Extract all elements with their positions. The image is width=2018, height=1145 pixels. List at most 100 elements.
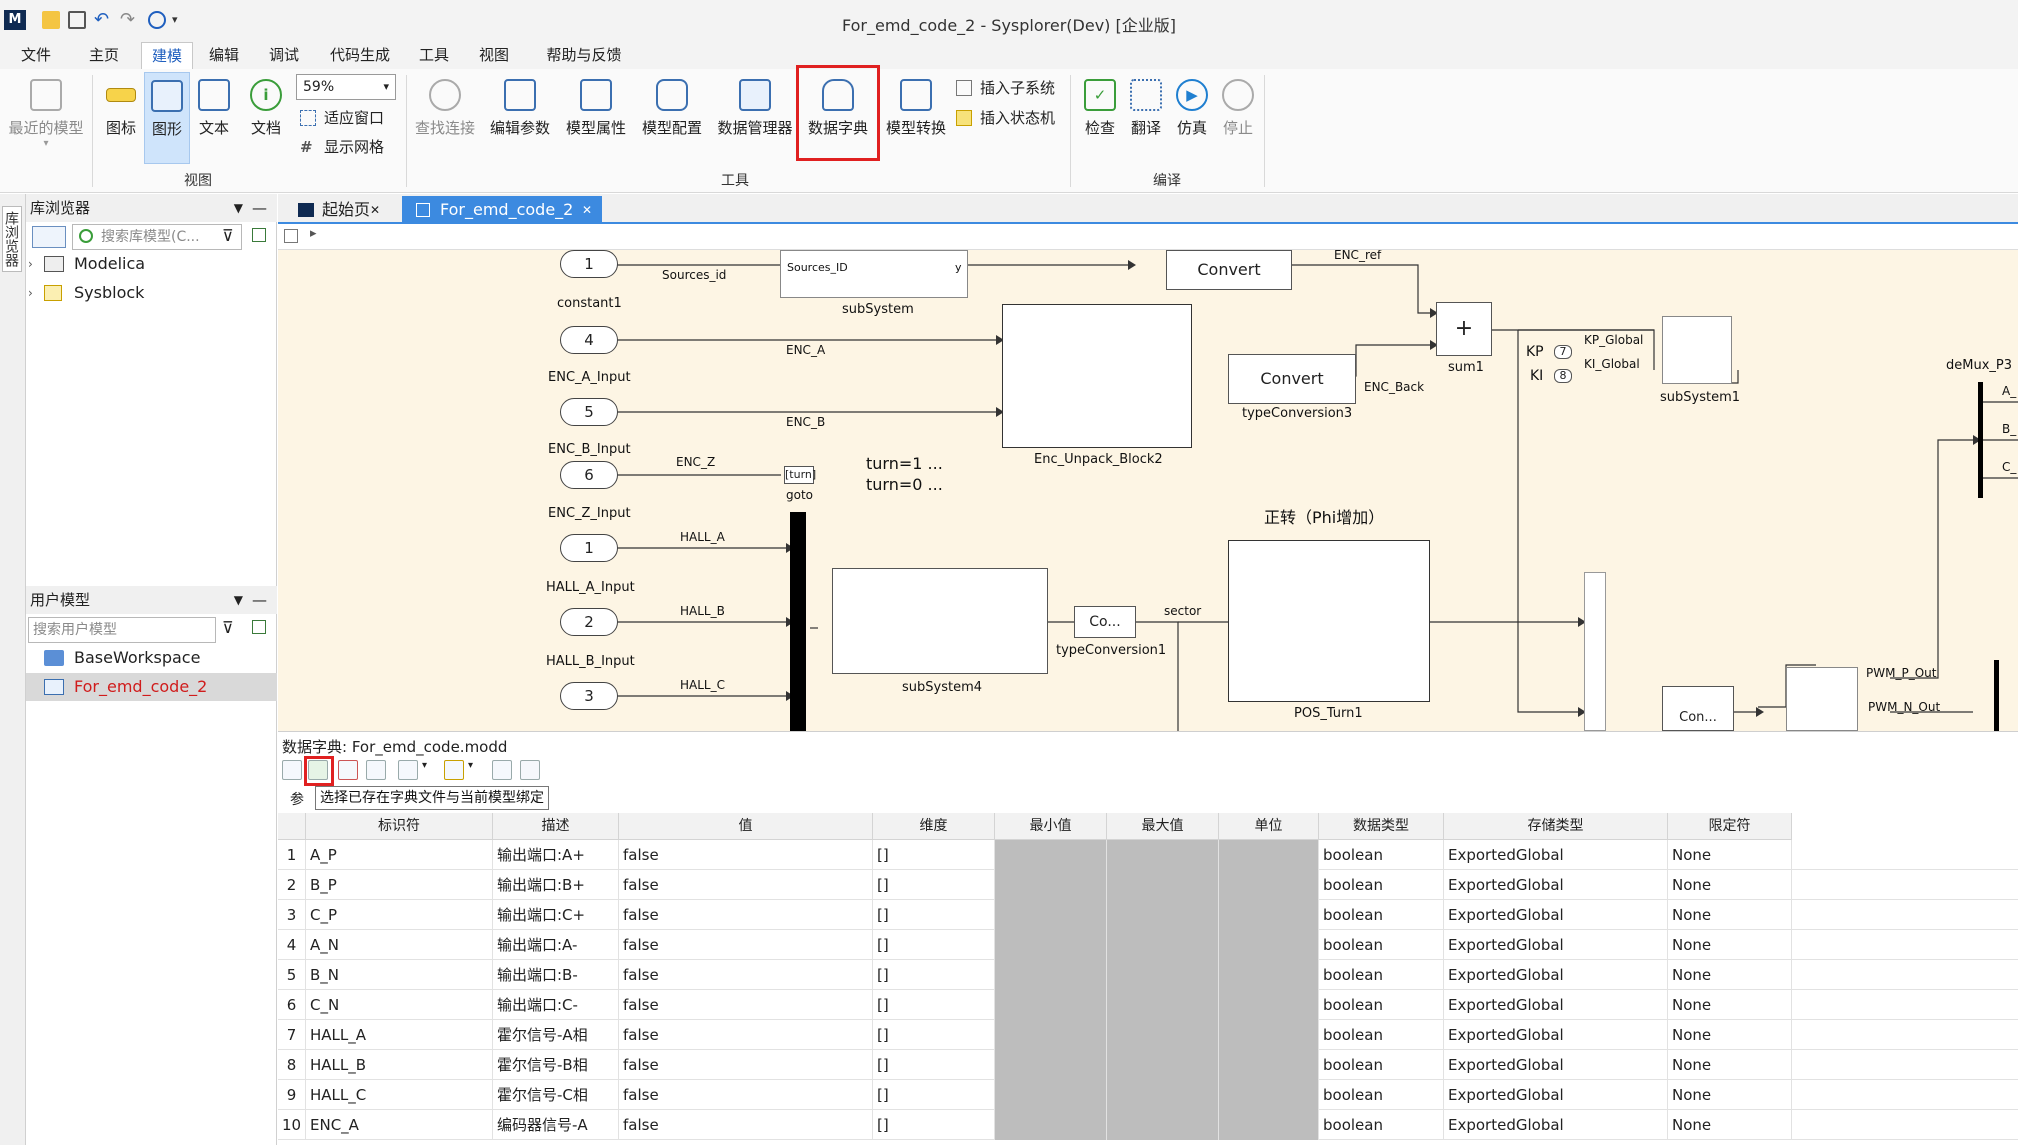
- column-header-min[interactable]: 最小值: [995, 813, 1107, 840]
- dimension-cell[interactable]: []: [873, 900, 995, 930]
- dimension-cell[interactable]: []: [873, 990, 995, 1020]
- table-row[interactable]: 7 HALL_A 霍尔信号-A相 false[] boolean ExportedGlob…: [278, 1020, 2018, 1050]
- description-cell[interactable]: 输出端口:C-: [493, 990, 619, 1020]
- value-cell[interactable]: false: [619, 840, 873, 870]
- max-cell[interactable]: [1107, 900, 1219, 930]
- library-tree-item-modelica[interactable]: › Modelica: [26, 250, 277, 278]
- menu-codegen[interactable]: 代码生成: [320, 42, 400, 69]
- max-cell[interactable]: [1107, 840, 1219, 870]
- import-icon[interactable]: [398, 760, 418, 780]
- value-cell[interactable]: false: [619, 1080, 873, 1110]
- description-cell[interactable]: 霍尔信号-B相: [493, 1050, 619, 1080]
- identifier-cell[interactable]: B_N: [306, 960, 493, 990]
- unit-cell[interactable]: [1219, 990, 1319, 1020]
- description-cell[interactable]: 输出端口:C+: [493, 900, 619, 930]
- identifier-cell[interactable]: HALL_B: [306, 1050, 493, 1080]
- table-row[interactable]: 5 B_N 输出端口:B-false[] boolean ExportedGlobal N…: [278, 960, 2018, 990]
- description-cell[interactable]: 输出端口:A+: [493, 840, 619, 870]
- qualifier-cell[interactable]: None: [1668, 1080, 1792, 1110]
- value-cell[interactable]: false: [619, 960, 873, 990]
- model-props-button[interactable]: 模型属性: [562, 79, 630, 138]
- qualifier-cell[interactable]: None: [1668, 1020, 1792, 1050]
- output-bar[interactable]: [1994, 660, 1999, 731]
- column-header-storage[interactable]: 存储类型: [1444, 813, 1668, 840]
- check-button[interactable]: ✓ 检查: [1080, 79, 1120, 138]
- identifier-cell[interactable]: C_N: [306, 990, 493, 1020]
- user-model-item-baseworkspace[interactable]: BaseWorkspace: [26, 644, 277, 672]
- storage-cell[interactable]: ExportedGlobal: [1444, 990, 1668, 1020]
- hall-a-input-block[interactable]: 1: [560, 534, 618, 562]
- kp-constant[interactable]: 7: [1554, 345, 1572, 359]
- min-cell[interactable]: [995, 1080, 1107, 1110]
- dimension-cell[interactable]: []: [873, 1020, 995, 1050]
- max-cell[interactable]: [1107, 1110, 1219, 1140]
- ki-constant[interactable]: 8: [1554, 369, 1572, 383]
- min-cell[interactable]: [995, 1020, 1107, 1050]
- value-cell[interactable]: false: [619, 1110, 873, 1140]
- min-cell[interactable]: [995, 990, 1107, 1020]
- user-model-search-input[interactable]: 搜索用户模型: [28, 617, 216, 643]
- dimension-cell[interactable]: []: [873, 840, 995, 870]
- collapse-tree-icon[interactable]: [520, 760, 540, 780]
- zoom-select[interactable]: 59% ▾: [296, 74, 396, 100]
- collapse-all-icon[interactable]: [252, 620, 266, 634]
- datatype-cell[interactable]: boolean: [1319, 930, 1444, 960]
- hall-c-input-block[interactable]: 3: [560, 682, 618, 710]
- table-row[interactable]: 8 HALL_B 霍尔信号-B相 false[] boolean ExportedGlob…: [278, 1050, 2018, 1080]
- model-config-button[interactable]: 模型配置: [638, 79, 706, 138]
- value-cell[interactable]: false: [619, 1050, 873, 1080]
- max-cell[interactable]: [1107, 960, 1219, 990]
- panel-menu-icon[interactable]: ▼: [234, 194, 243, 222]
- identifier-cell[interactable]: ENC_A: [306, 1110, 493, 1140]
- unit-cell[interactable]: [1219, 900, 1319, 930]
- storage-cell[interactable]: ExportedGlobal: [1444, 1050, 1668, 1080]
- column-header-value[interactable]: 值: [619, 813, 873, 840]
- storage-cell[interactable]: ExportedGlobal: [1444, 1110, 1668, 1140]
- column-header-unit[interactable]: 单位: [1219, 813, 1319, 840]
- filter-icon[interactable]: ⊽: [222, 226, 234, 245]
- graphic-view-button[interactable]: 图形: [144, 72, 190, 164]
- tab-for-emd-code-2[interactable]: For_emd_code_2 ✕: [402, 196, 602, 224]
- sum-block[interactable]: +: [1436, 302, 1492, 356]
- table-row[interactable]: 10 ENC_A 编码器信号-A false[] boolean ExportedGlob…: [278, 1110, 2018, 1140]
- column-header-dimension[interactable]: 维度: [873, 813, 995, 840]
- pos-turn-block[interactable]: [1228, 540, 1430, 702]
- identifier-cell[interactable]: HALL_A: [306, 1020, 493, 1050]
- value-cell[interactable]: false: [619, 900, 873, 930]
- co-block[interactable]: Co...: [1074, 606, 1136, 638]
- mux-bar[interactable]: [790, 512, 806, 731]
- tab-start-page[interactable]: 起始页 ✕: [284, 196, 386, 224]
- panel-minimize-icon[interactable]: —: [252, 194, 267, 222]
- menu-file[interactable]: 文件: [8, 42, 64, 69]
- qualifier-cell[interactable]: None: [1668, 840, 1792, 870]
- subsystem1-block[interactable]: [1662, 316, 1732, 384]
- insert-statemachine-button[interactable]: 插入状态机: [956, 107, 1055, 128]
- filter-icon[interactable]: ⊽: [222, 618, 234, 637]
- datatype-cell[interactable]: boolean: [1319, 1050, 1444, 1080]
- panel-menu-icon[interactable]: ▼: [234, 586, 243, 614]
- unit-cell[interactable]: [1219, 870, 1319, 900]
- column-header-identifier[interactable]: 标识符: [306, 813, 493, 840]
- dimension-cell[interactable]: []: [873, 960, 995, 990]
- constant-block[interactable]: 1: [560, 250, 618, 278]
- max-cell[interactable]: [1107, 930, 1219, 960]
- menu-help[interactable]: 帮助与反馈: [534, 42, 634, 69]
- library-view-icon[interactable]: [32, 226, 66, 248]
- con-block[interactable]: Con...: [1662, 686, 1734, 731]
- dimension-cell[interactable]: []: [873, 870, 995, 900]
- value-cell[interactable]: false: [619, 930, 873, 960]
- show-grid-button[interactable]: # 显示网格: [300, 136, 384, 157]
- description-cell[interactable]: 输出端口:B-: [493, 960, 619, 990]
- close-icon[interactable]: ✕: [370, 196, 380, 224]
- stop-button[interactable]: 停止: [1218, 79, 1258, 138]
- storage-cell[interactable]: ExportedGlobal: [1444, 840, 1668, 870]
- datatype-cell[interactable]: boolean: [1319, 990, 1444, 1020]
- qualifier-cell[interactable]: None: [1668, 990, 1792, 1020]
- dimension-cell[interactable]: []: [873, 1110, 995, 1140]
- min-cell[interactable]: [995, 870, 1107, 900]
- dimension-cell[interactable]: []: [873, 1080, 995, 1110]
- identifier-cell[interactable]: A_P: [306, 840, 493, 870]
- path-model-icon[interactable]: [284, 229, 298, 243]
- insert-subsystem-button[interactable]: 插入子系统: [956, 77, 1055, 98]
- unit-cell[interactable]: [1219, 1020, 1319, 1050]
